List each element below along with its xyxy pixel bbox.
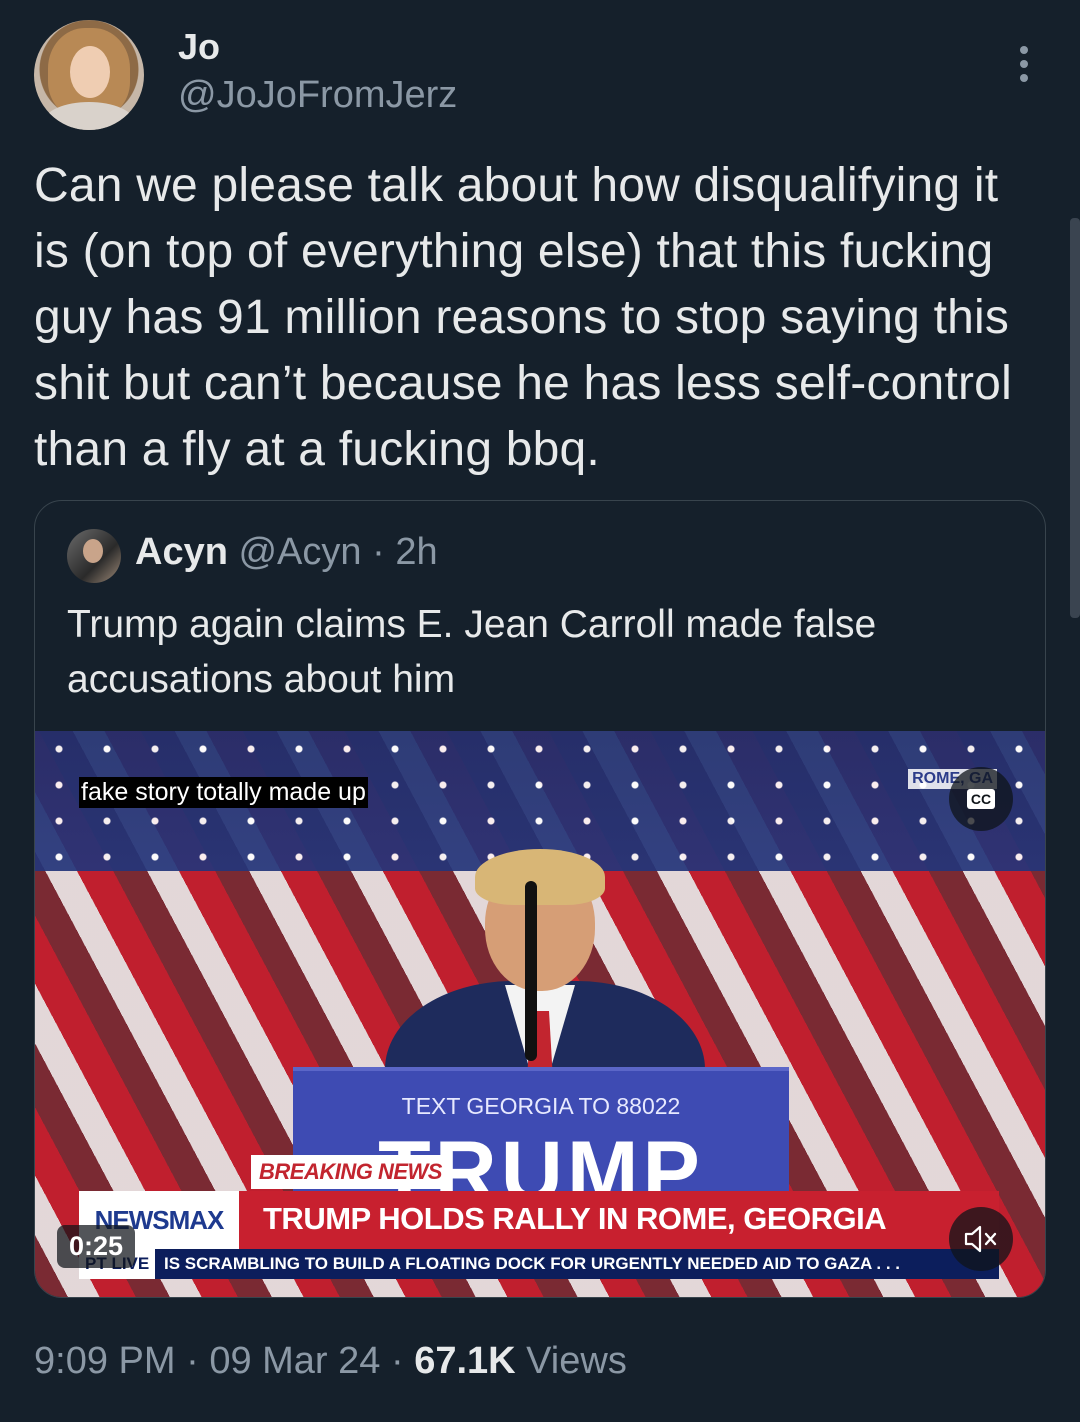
quoted-author-avatar[interactable] [67,529,121,583]
video-player[interactable]: TEXT GEORGIA TO 88022 TRUMP fake story t… [35,731,1045,1297]
ticker-message: IS SCRAMBLING TO BUILD A FLOATING DOCK F… [163,1254,901,1273]
tweet-meta: 9:09 PM · 09 Mar 24 · 67.1K Views [34,1340,627,1382]
quoted-author-handle[interactable]: @Acyn [238,531,361,573]
microphone [525,881,537,1061]
lower-third-banner: NEWSMAX TRUMP HOLDS RALLY IN ROME, GEORG… [79,1191,999,1249]
author-handle[interactable]: @JoJoFromJerz [178,74,457,117]
tweet-header: Jo @JoJoFromJerz [34,20,1040,132]
news-headline: TRUMP HOLDS RALLY IN ROME, GEORGIA [263,1201,887,1236]
author-display-name[interactable]: Jo [178,26,220,68]
muted-speaker-icon [964,1225,997,1253]
mute-button[interactable] [949,1207,1013,1271]
news-ticker: PT LIVE IS SCRAMBLING TO BUILD A FLOATIN… [79,1249,999,1279]
quoted-author-name[interactable]: Acyn [135,531,228,573]
quoted-tweet-header: Acyn @Acyn · 2h [135,531,438,574]
views-count[interactable]: 67.1K [414,1340,515,1382]
closed-captions-button[interactable]: CC [949,767,1013,831]
podium-text-line: TEXT GEORGIA TO 88022 [401,1093,681,1119]
tweet-date[interactable]: 09 Mar 24 [209,1340,380,1382]
more-options-icon[interactable] [1018,46,1030,82]
video-caption: fake story totally made up [79,777,368,808]
views-label: Views [515,1340,627,1382]
tweet-time[interactable]: 9:09 PM [34,1340,176,1382]
scrollbar[interactable] [1070,218,1080,618]
author-avatar[interactable] [34,20,144,130]
breaking-news-label: BREAKING NEWS [251,1155,450,1189]
video-duration: 0:25 [57,1225,136,1268]
avatar-face [70,46,110,98]
quoted-tweet[interactable]: Acyn @Acyn · 2h Trump again claims E. Je… [34,500,1046,1298]
cc-icon: CC [966,789,996,809]
quoted-tweet-text: Trump again claims E. Jean Carroll made … [67,603,877,701]
tweet-text: Can we please talk about how disqualifyi… [34,159,1012,476]
quoted-tweet-time: · 2h [372,531,438,573]
